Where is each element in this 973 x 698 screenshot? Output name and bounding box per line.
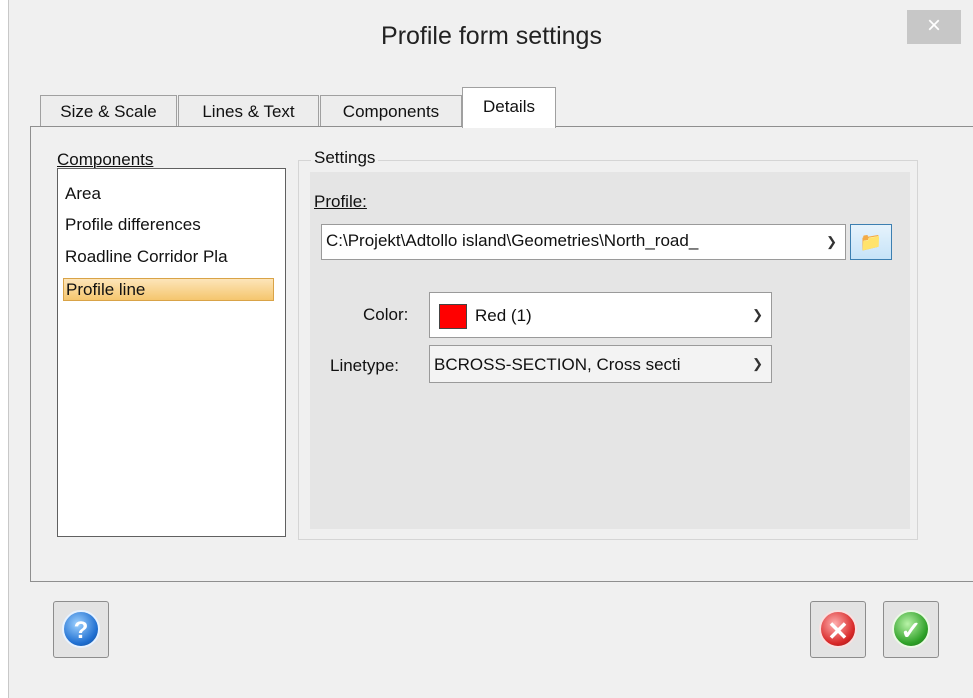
folder-icon: 📁	[859, 232, 883, 252]
ok-icon: ✓	[892, 610, 930, 648]
close-button[interactable]: ×	[907, 10, 961, 44]
tab-label: Details	[483, 97, 535, 116]
list-item[interactable]: Profile differences	[65, 215, 201, 235]
color-swatch	[439, 304, 467, 329]
ok-button[interactable]: ✓	[883, 601, 939, 658]
list-item-selected[interactable]: Profile line	[63, 278, 274, 301]
tab-lines-text[interactable]: Lines & Text	[178, 95, 319, 126]
chevron-down-icon: ❯	[752, 356, 763, 371]
chevron-down-icon: ❯	[826, 234, 837, 249]
tab-components[interactable]: Components	[320, 95, 462, 126]
profile-dropdown[interactable]: C:\Projekt\Adtollo island\Geometries\Nor…	[321, 224, 846, 260]
tab-label: Size & Scale	[60, 102, 157, 121]
cancel-icon: ✕	[819, 610, 857, 648]
linetype-dropdown[interactable]: BCROSS-SECTION, Cross secti ❯	[429, 345, 772, 383]
tab-label: Components	[342, 102, 440, 121]
components-listbox[interactable]: Area Profile differences Roadline Corrid…	[57, 168, 286, 537]
profile-label: Profile:	[314, 192, 367, 211]
linetype-label: Linetype:	[330, 356, 399, 375]
tab-label: Lines & Text	[202, 102, 295, 121]
chevron-down-icon: ❯	[752, 307, 763, 322]
linetype-value: BCROSS-SECTION, Cross secti	[434, 355, 681, 374]
title-bar: Profile form settings ×	[9, 0, 973, 80]
help-icon: ?	[62, 610, 100, 648]
color-value: Red (1)	[475, 306, 532, 325]
browse-folder-button[interactable]: 📁	[850, 224, 892, 260]
tab-details[interactable]: Details	[462, 87, 556, 128]
window-title: Profile form settings	[381, 22, 602, 50]
color-dropdown[interactable]: Red (1) ❯	[429, 292, 772, 338]
list-item[interactable]: Area	[65, 184, 101, 204]
list-item[interactable]: Roadline Corridor Pla	[65, 247, 277, 267]
color-label: Color:	[363, 305, 409, 324]
cancel-button[interactable]: ✕	[810, 601, 866, 658]
close-icon: ×	[926, 12, 941, 39]
components-label: Components	[57, 150, 154, 169]
settings-group-label: Settings	[311, 148, 379, 168]
tab-size-scale[interactable]: Size & Scale	[40, 95, 177, 126]
profile-value: C:\Projekt\Adtollo island\Geometries\Nor…	[326, 231, 699, 250]
help-button[interactable]: ?	[53, 601, 109, 658]
